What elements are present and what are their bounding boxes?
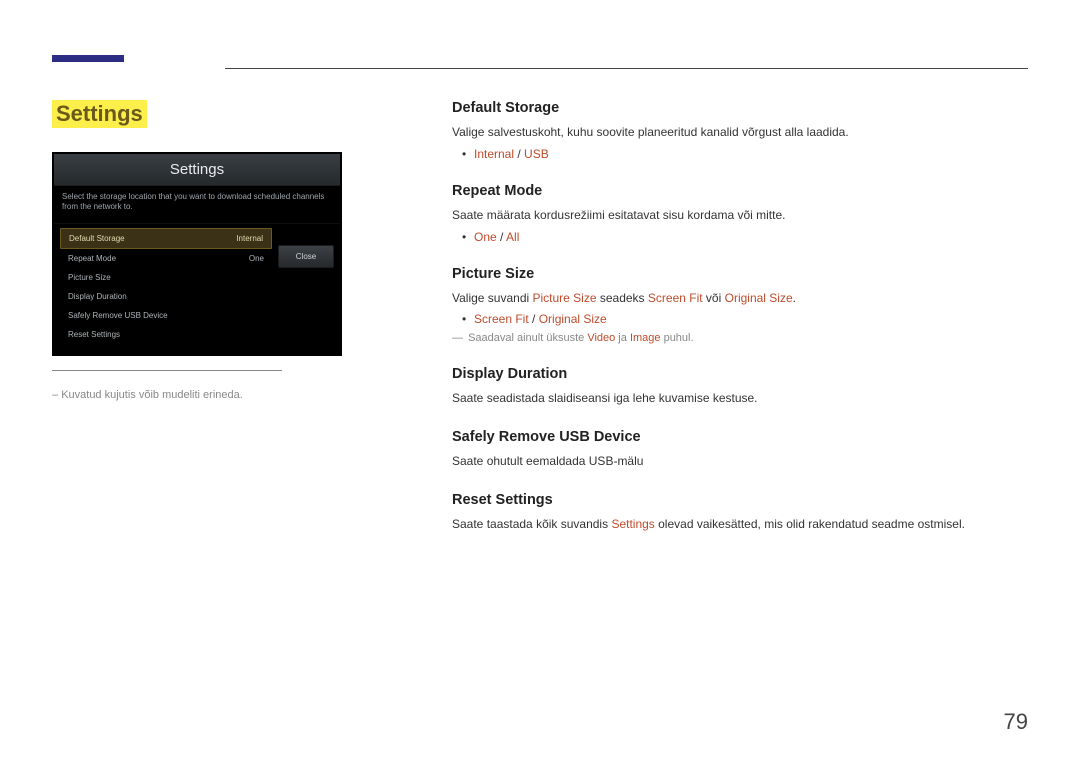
section-safely-remove: Safely Remove USB Device Saate ohutult e… — [452, 429, 1028, 470]
screenshot-caption: – Kuvatud kujutis võib mudeliti erineda. — [52, 389, 422, 401]
osd-close-button[interactable]: Close — [278, 245, 334, 268]
option-internal: Internal — [474, 147, 514, 161]
osd-side-panel: Close — [272, 228, 334, 344]
osd-row-label: Display Duration — [68, 292, 127, 301]
desc-text: seadeks — [597, 291, 648, 305]
header-rule — [225, 68, 1028, 69]
desc-text: või — [703, 291, 725, 305]
page-title: Settings — [52, 100, 147, 128]
section-description: Saate määrata kordusrežiimi esitatavat s… — [452, 207, 1028, 224]
note-dash: ― — [452, 332, 463, 344]
osd-row-picture-size[interactable]: Picture Size — [60, 268, 272, 287]
osd-row-display-duration[interactable]: Display Duration — [60, 287, 272, 306]
note-term: Video — [587, 332, 615, 344]
option-one: One — [474, 230, 497, 244]
note-text: Saadaval ainult üksuste — [468, 332, 587, 344]
section-reset-settings: Reset Settings Saate taastada kõik suvan… — [452, 492, 1028, 533]
osd-hint-text: Select the storage location that you wan… — [54, 186, 340, 224]
left-column: Settings Settings Select the storage loc… — [52, 100, 422, 555]
osd-row-label: Default Storage — [69, 234, 125, 243]
section-repeat-mode: Repeat Mode Saate määrata kordusrežiimi … — [452, 183, 1028, 244]
caption-separator — [52, 370, 282, 371]
header-accent-bar — [52, 55, 124, 62]
option-bullet: One / All — [452, 230, 1028, 244]
section-description: Valige suvandi Picture Size seadeks Scre… — [452, 290, 1028, 307]
page-number: 79 — [1004, 709, 1028, 735]
osd-body: Default Storage Internal Repeat Mode One… — [54, 224, 340, 354]
osd-preview-panel: Settings Select the storage location tha… — [52, 152, 342, 356]
option-separator: / — [514, 147, 524, 161]
osd-row-value: Internal — [236, 234, 263, 243]
option-usb: USB — [524, 147, 549, 161]
osd-row-default-storage[interactable]: Default Storage Internal — [60, 228, 272, 249]
section-description: Saate seadistada slaidiseansi iga lehe k… — [452, 390, 1028, 407]
caption-text: Kuvatud kujutis võib mudeliti erineda. — [61, 389, 243, 401]
section-heading: Display Duration — [452, 366, 1028, 382]
osd-row-label: Safely Remove USB Device — [68, 311, 168, 320]
option-screen-fit: Screen Fit — [474, 312, 529, 326]
option-bullet: Screen Fit / Original Size — [452, 312, 1028, 326]
section-picture-size: Picture Size Valige suvandi Picture Size… — [452, 266, 1028, 345]
availability-note: ― Saadaval ainult üksuste Video ja Image… — [452, 332, 1028, 344]
desc-text: olevad vaikesätted, mis olid rakendatud … — [655, 517, 965, 531]
osd-row-repeat-mode[interactable]: Repeat Mode One — [60, 249, 272, 268]
desc-text: . — [793, 291, 796, 305]
option-all: All — [506, 230, 519, 244]
option-separator: / — [529, 312, 539, 326]
osd-menu-list: Default Storage Internal Repeat Mode One… — [60, 228, 272, 344]
section-default-storage: Default Storage Valige salvestuskoht, ku… — [452, 100, 1028, 161]
section-description: Saate ohutult eemaldada USB-mälu — [452, 453, 1028, 470]
right-column: Default Storage Valige salvestuskoht, ku… — [422, 100, 1028, 555]
section-heading: Repeat Mode — [452, 183, 1028, 199]
osd-row-label: Reset Settings — [68, 330, 120, 339]
content-container: Settings Settings Select the storage loc… — [0, 0, 1080, 555]
note-text: puhul. — [661, 332, 694, 344]
osd-title: Settings — [54, 154, 340, 186]
option-original-size: Original Size — [539, 312, 607, 326]
osd-row-reset-settings[interactable]: Reset Settings — [60, 325, 272, 344]
desc-term: Screen Fit — [648, 291, 703, 305]
section-heading: Safely Remove USB Device — [452, 429, 1028, 445]
osd-row-label: Picture Size — [68, 273, 111, 282]
note-text: ja — [615, 332, 630, 344]
section-heading: Picture Size — [452, 266, 1028, 282]
osd-row-label: Repeat Mode — [68, 254, 116, 263]
desc-term: Settings — [611, 517, 654, 531]
caption-dash: – — [52, 389, 58, 401]
section-heading: Default Storage — [452, 100, 1028, 116]
option-bullet: Internal / USB — [452, 147, 1028, 161]
desc-text: Saate taastada kõik suvandis — [452, 517, 611, 531]
osd-row-value: One — [249, 254, 264, 263]
section-description: Saate taastada kõik suvandis Settings ol… — [452, 516, 1028, 533]
osd-row-safely-remove[interactable]: Safely Remove USB Device — [60, 306, 272, 325]
section-display-duration: Display Duration Saate seadistada slaidi… — [452, 366, 1028, 407]
desc-term: Original Size — [725, 291, 793, 305]
desc-text: Valige suvandi — [452, 291, 533, 305]
note-term: Image — [630, 332, 661, 344]
section-heading: Reset Settings — [452, 492, 1028, 508]
desc-term: Picture Size — [533, 291, 597, 305]
section-description: Valige salvestuskoht, kuhu soovite plane… — [452, 124, 1028, 141]
option-separator: / — [497, 230, 506, 244]
